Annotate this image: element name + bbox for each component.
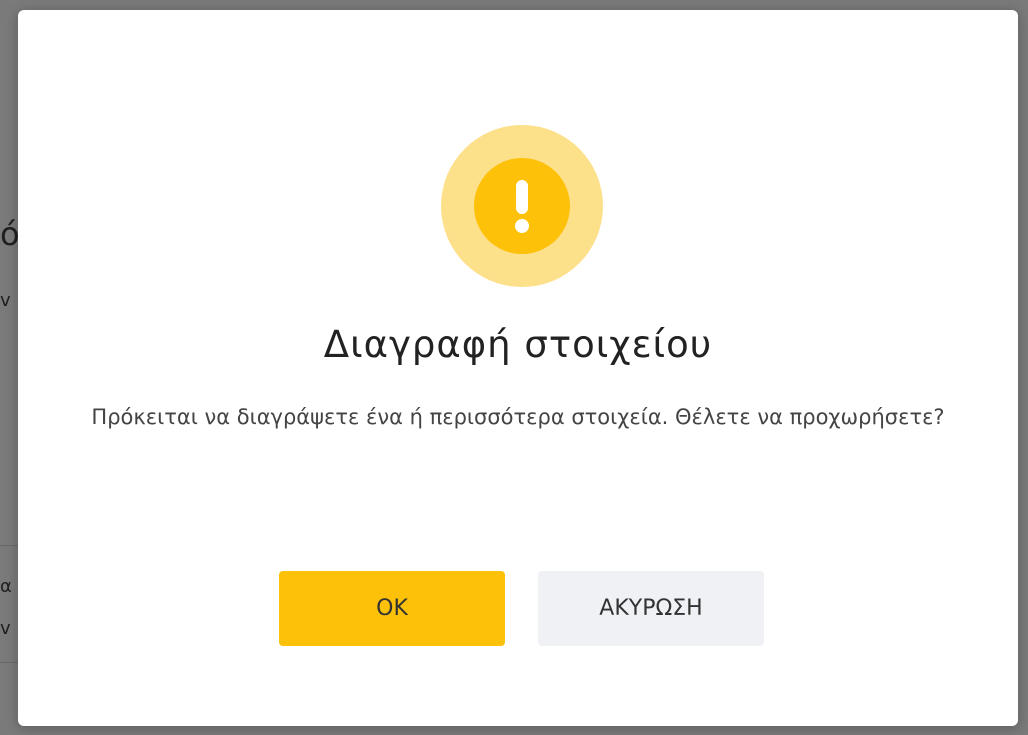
- cancel-button[interactable]: ΑΚΥΡΩΣΗ: [538, 571, 764, 646]
- warning-icon-halo: [441, 125, 603, 287]
- warning-exclamation-icon: [474, 158, 570, 254]
- dialog-message: Πρόκειται να διαγράψετε ένα ή περισσότερ…: [91, 405, 945, 429]
- dialog-title: Διαγραφή στοιχείου: [323, 323, 713, 366]
- delete-confirm-dialog: Διαγραφή στοιχείου Πρόκειται να διαγράψε…: [18, 10, 1018, 726]
- ok-button[interactable]: OK: [279, 571, 505, 646]
